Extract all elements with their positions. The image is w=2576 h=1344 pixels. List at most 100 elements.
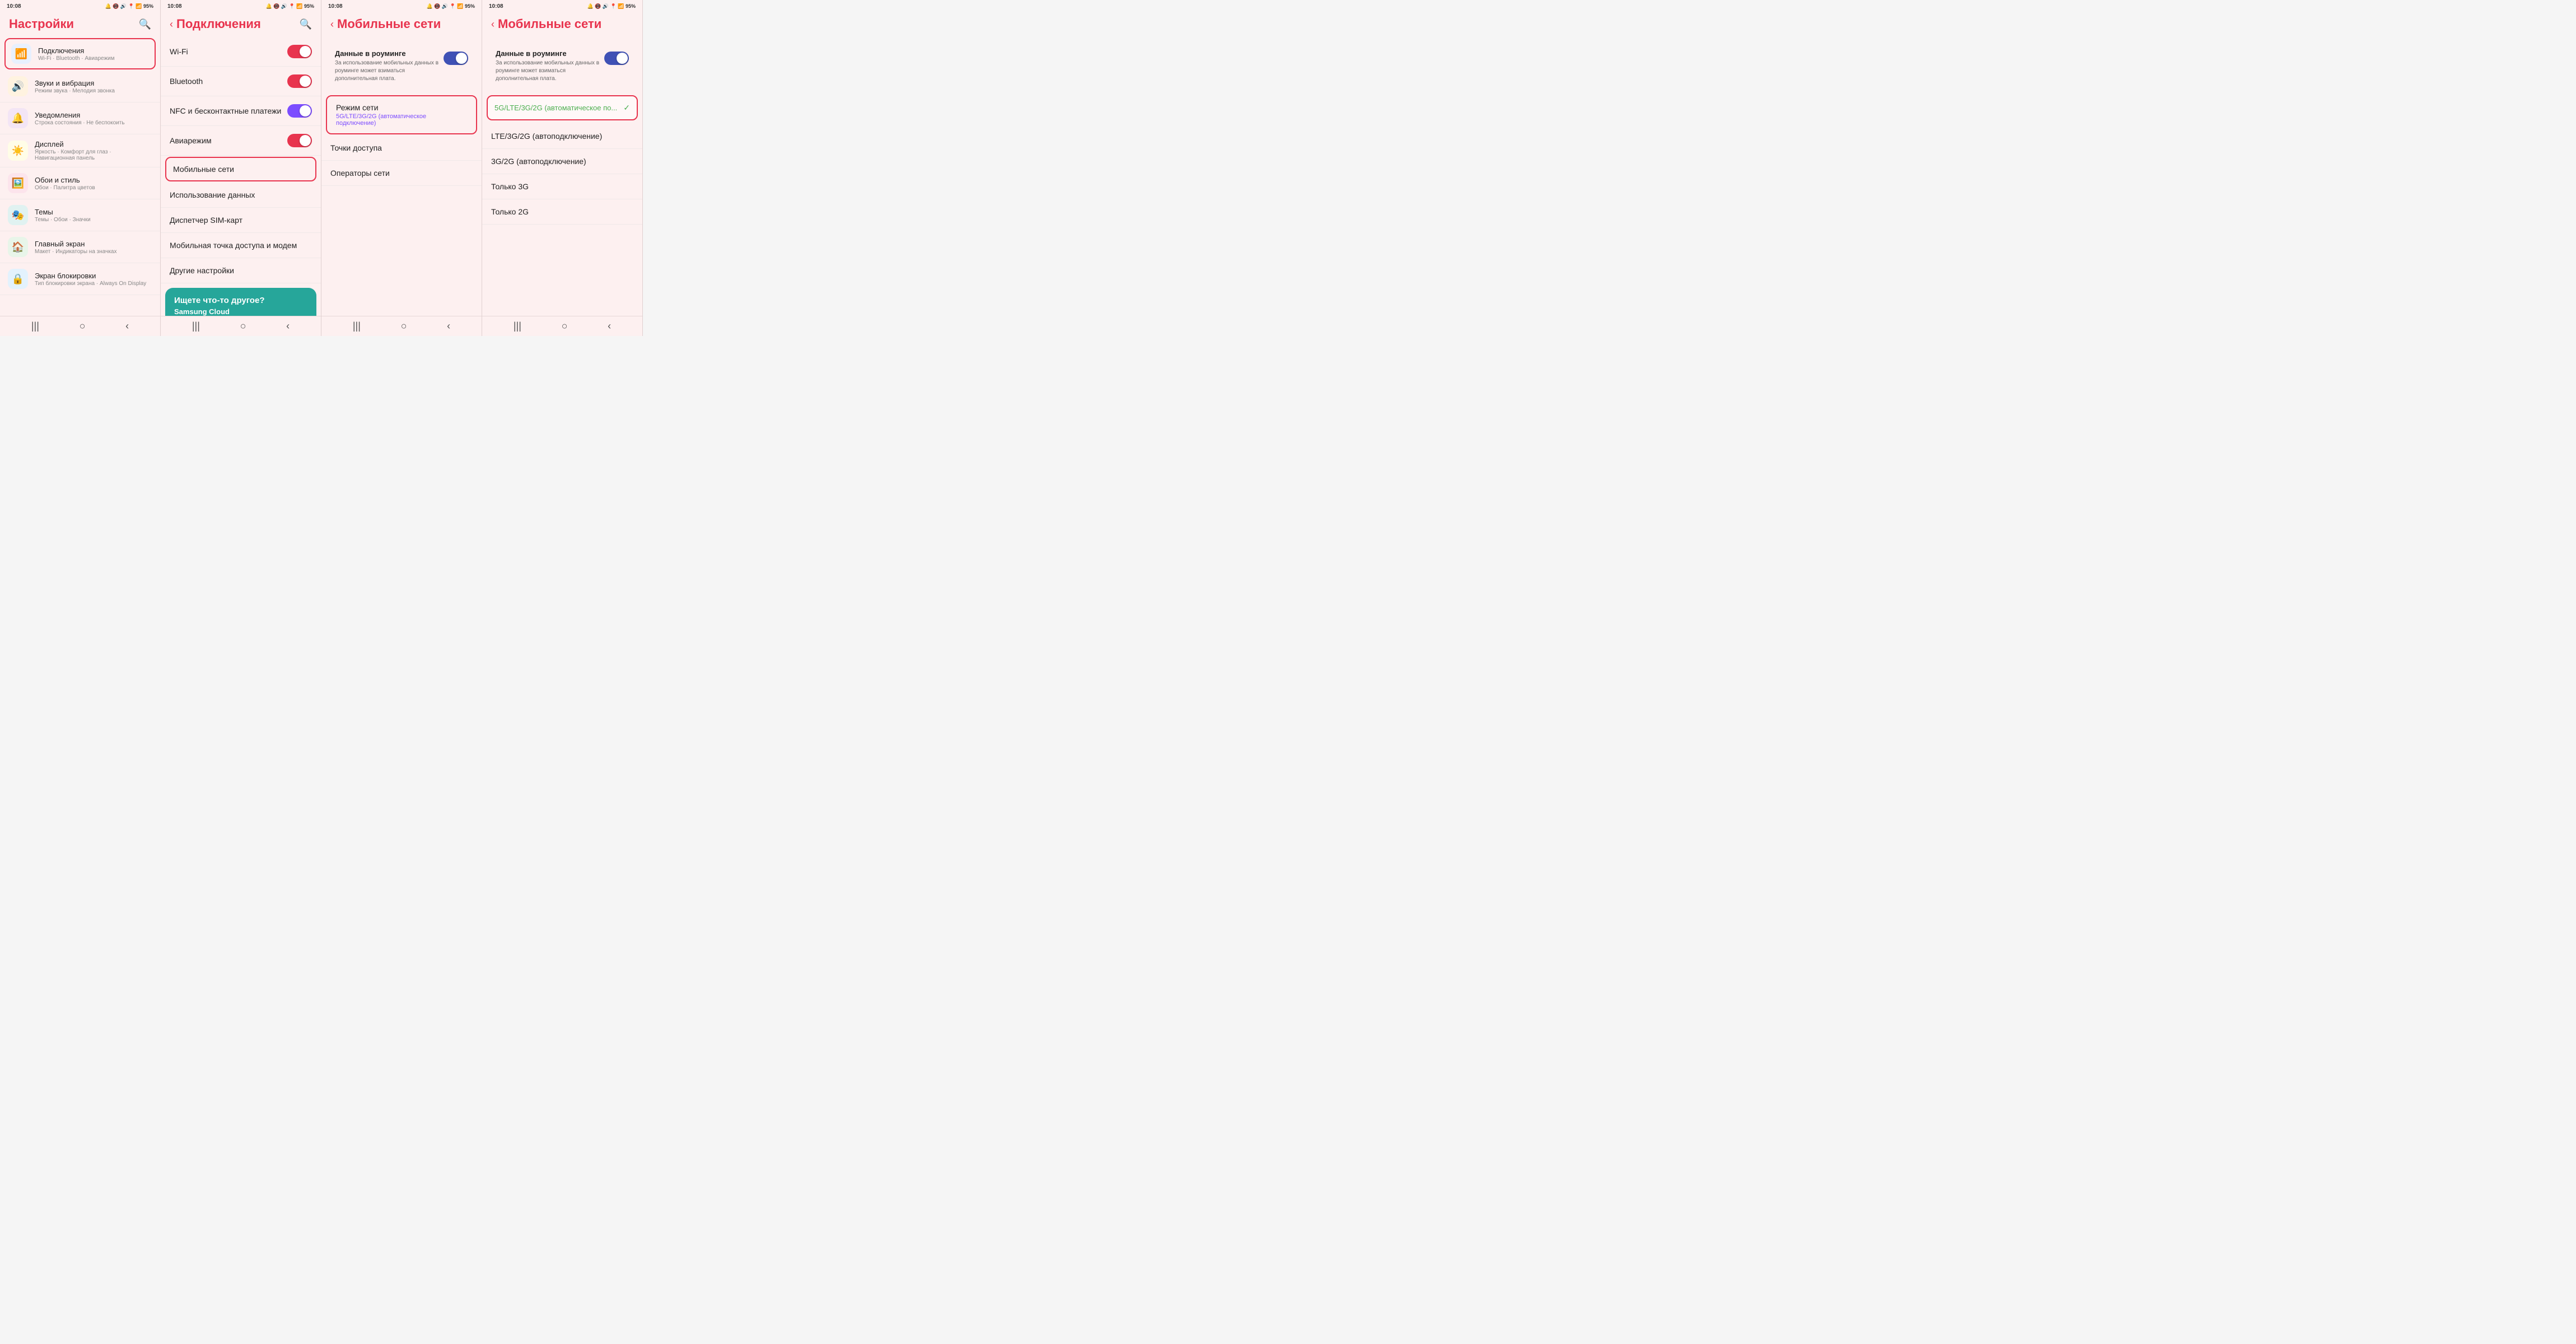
panel-mobile-networks: 10:08 🔔 📵 🔊 📍 📶 95% ‹ Мобильные сети Дан… [321, 0, 482, 336]
settings-item-connections[interactable]: 📶 Подключения Wi-Fi · Bluetooth · Авиаре… [4, 38, 156, 69]
hotspot-label: Мобильная точка доступа и модем [170, 241, 297, 250]
status-bar-1: 10:08 🔔 📵 🔊 📍 📶 95% [0, 0, 160, 12]
roaming-toggle-4[interactable] [604, 52, 629, 65]
network-mode-item[interactable]: Режим сети 5G/LTE/3G/2G (автоматическое … [326, 95, 477, 134]
nav-back-btn-4[interactable]: ‹ [603, 318, 615, 334]
sim-manager-label: Диспетчер SIM-карт [170, 216, 242, 225]
nfc-label: NFC и бесконтактные платежи [170, 106, 281, 115]
connection-airplane[interactable]: Авиарежим [161, 126, 321, 156]
status-time-3: 10:08 [328, 3, 343, 10]
homescreen-subtitle: Макет · Индикаторы на значках [35, 249, 152, 255]
back-arrow-4[interactable]: ‹ [491, 18, 494, 30]
settings-item-sound[interactable]: 🔊 Звуки и вибрация Режим звука · Мелодия… [0, 71, 160, 102]
nav-bar-4: ||| ○ ‹ [482, 316, 642, 336]
nav-home-btn-2[interactable]: ○ [236, 318, 251, 334]
connection-bluetooth[interactable]: Bluetooth [161, 67, 321, 96]
status-icons-2: 🔔 📵 🔊 📍 📶 95% [265, 3, 314, 10]
nav-back-btn-1[interactable]: ‹ [121, 318, 133, 334]
search-icon-1[interactable]: 🔍 [139, 18, 151, 30]
connection-data-usage[interactable]: Использование данных [161, 183, 321, 208]
settings-item-homescreen[interactable]: 🏠 Главный экран Макет · Индикаторы на зн… [0, 231, 160, 263]
settings-item-wallpaper[interactable]: 🖼️ Обои и стиль Обои · Палитра цветов [0, 167, 160, 199]
page-title-2: Подключения [176, 17, 261, 31]
wallpaper-title: Обои и стиль [35, 176, 152, 184]
dropdown-option-only2g[interactable]: Только 2G [482, 199, 642, 225]
panel-network-dropdown: 10:08 🔔 📵 🔊 📍 📶 95% ‹ Мобильные сети Дан… [482, 0, 643, 336]
settings-item-lockscreen[interactable]: 🔒 Экран блокировки Тип блокировки экрана… [0, 263, 160, 295]
mobile-networks-label: Мобильные сети [173, 165, 234, 174]
nav-bar-3: ||| ○ ‹ [321, 316, 482, 336]
lockscreen-subtitle: Тип блокировки экрана · Always On Displa… [35, 281, 152, 287]
nav-bar-2: ||| ○ ‹ [161, 316, 321, 336]
settings-item-display[interactable]: ☀️ Дисплей Яркость · Комфорт для глаз · … [0, 134, 160, 167]
dropdown-option-only3g[interactable]: Только 3G [482, 174, 642, 199]
access-points-item[interactable]: Точки доступа [321, 136, 482, 161]
bluetooth-toggle[interactable] [287, 74, 312, 88]
wifi-label: Wi-Fi [170, 47, 188, 56]
nav-menu-btn-4[interactable]: ||| [509, 318, 526, 334]
notifications-title: Уведомления [35, 111, 152, 119]
chevron-down-icon: ✓ [623, 103, 630, 113]
nfc-toggle[interactable] [287, 104, 312, 118]
settings-item-themes[interactable]: 🎭 Темы Темы · Обои · Значки [0, 199, 160, 231]
status-time-1: 10:08 [7, 3, 21, 10]
connection-hotspot[interactable]: Мобильная точка доступа и модем [161, 233, 321, 258]
search-banner-sub: Samsung Cloud [174, 307, 307, 316]
connections-subtitle: Wi-Fi · Bluetooth · Авиарежим [38, 55, 149, 62]
nav-back-btn-3[interactable]: ‹ [442, 318, 455, 334]
nav-home-btn-4[interactable]: ○ [557, 318, 572, 334]
page-title-1: Настройки [9, 17, 74, 31]
nav-menu-btn-2[interactable]: ||| [188, 318, 204, 334]
airplane-toggle[interactable] [287, 134, 312, 147]
nav-home-btn-1[interactable]: ○ [75, 318, 90, 334]
back-arrow-2[interactable]: ‹ [170, 18, 173, 30]
settings-item-notifications[interactable]: 🔔 Уведомления Строка состояния · Не бесп… [0, 102, 160, 134]
display-subtitle: Яркость · Комфорт для глаз · Навигационн… [35, 149, 152, 161]
back-arrow-3[interactable]: ‹ [330, 18, 334, 30]
search-icon-2[interactable]: 🔍 [300, 18, 312, 30]
connection-wifi[interactable]: Wi-Fi [161, 37, 321, 67]
dropdown-option-lte[interactable]: LTE/3G/2G (автоподключение) [482, 124, 642, 149]
roaming-block: Данные в роуминге За использование мобил… [326, 41, 477, 91]
status-icons-4: 🔔 📵 🔊 📍 📶 95% [587, 3, 636, 10]
status-bar-3: 10:08 🔔 📵 🔊 📍 📶 95% [321, 0, 482, 12]
wifi-toggle[interactable] [287, 45, 312, 58]
nav-menu-btn-1[interactable]: ||| [27, 318, 44, 334]
roaming-block-4: Данные в роуминге За использование мобил… [487, 41, 638, 91]
connections-title: Подключения [38, 46, 149, 55]
page-title-3: Мобильные сети [337, 17, 441, 31]
notifications-icon: 🔔 [8, 108, 28, 128]
wallpaper-subtitle: Обои · Палитра цветов [35, 185, 152, 191]
sound-title: Звуки и вибрация [35, 79, 152, 87]
nav-back-btn-2[interactable]: ‹ [282, 318, 294, 334]
search-banner-title: Ищете что-то другое? [174, 296, 307, 305]
connection-nfc[interactable]: NFC и бесконтактные платежи [161, 96, 321, 126]
page-header-1: Настройки 🔍 [0, 12, 160, 35]
nav-home-btn-3[interactable]: ○ [396, 318, 412, 334]
status-icons-3: 🔔 📵 🔊 📍 📶 95% [426, 3, 475, 10]
connection-mobile-networks[interactable]: Мобильные сети [165, 157, 316, 181]
dropdown-option-3g2g[interactable]: 3G/2G (автоподключение) [482, 149, 642, 174]
wallpaper-icon: 🖼️ [8, 173, 28, 193]
network-operators-item[interactable]: Операторы сети [321, 161, 482, 186]
dropdown-selected[interactable]: 5G/LTE/3G/2G (автоматическое по... ✓ [487, 95, 638, 120]
status-time-4: 10:08 [489, 3, 503, 10]
nav-menu-btn-3[interactable]: ||| [348, 318, 365, 334]
lockscreen-title: Экран блокировки [35, 272, 152, 280]
panel-settings: 10:08 🔔 📵 🔊 📍 📶 95% Настройки 🔍 📶 Подклю… [0, 0, 161, 336]
dropdown-selected-text: 5G/LTE/3G/2G (автоматическое по... [494, 104, 617, 112]
mobile-networks-list: Данные в роуминге За использование мобил… [321, 35, 482, 316]
lockscreen-icon: 🔒 [8, 269, 28, 289]
roaming-title-4: Данные в роуминге [496, 49, 600, 58]
connection-sim-manager[interactable]: Диспетчер SIM-карт [161, 208, 321, 233]
roaming-toggle[interactable] [444, 52, 468, 65]
bluetooth-label: Bluetooth [170, 77, 203, 86]
airplane-label: Авиарежим [170, 136, 212, 145]
connection-other[interactable]: Другие настройки [161, 258, 321, 283]
display-icon: ☀️ [8, 141, 28, 161]
sound-icon: 🔊 [8, 76, 28, 96]
search-banner[interactable]: Ищете что-то другое? Samsung Cloud [165, 288, 316, 316]
themes-subtitle: Темы · Обои · Значки [35, 217, 152, 223]
panel-connections: 10:08 🔔 📵 🔊 📍 📶 95% ‹ Подключения 🔍 Wi-F… [161, 0, 321, 336]
status-bar-4: 10:08 🔔 📵 🔊 📍 📶 95% [482, 0, 642, 12]
